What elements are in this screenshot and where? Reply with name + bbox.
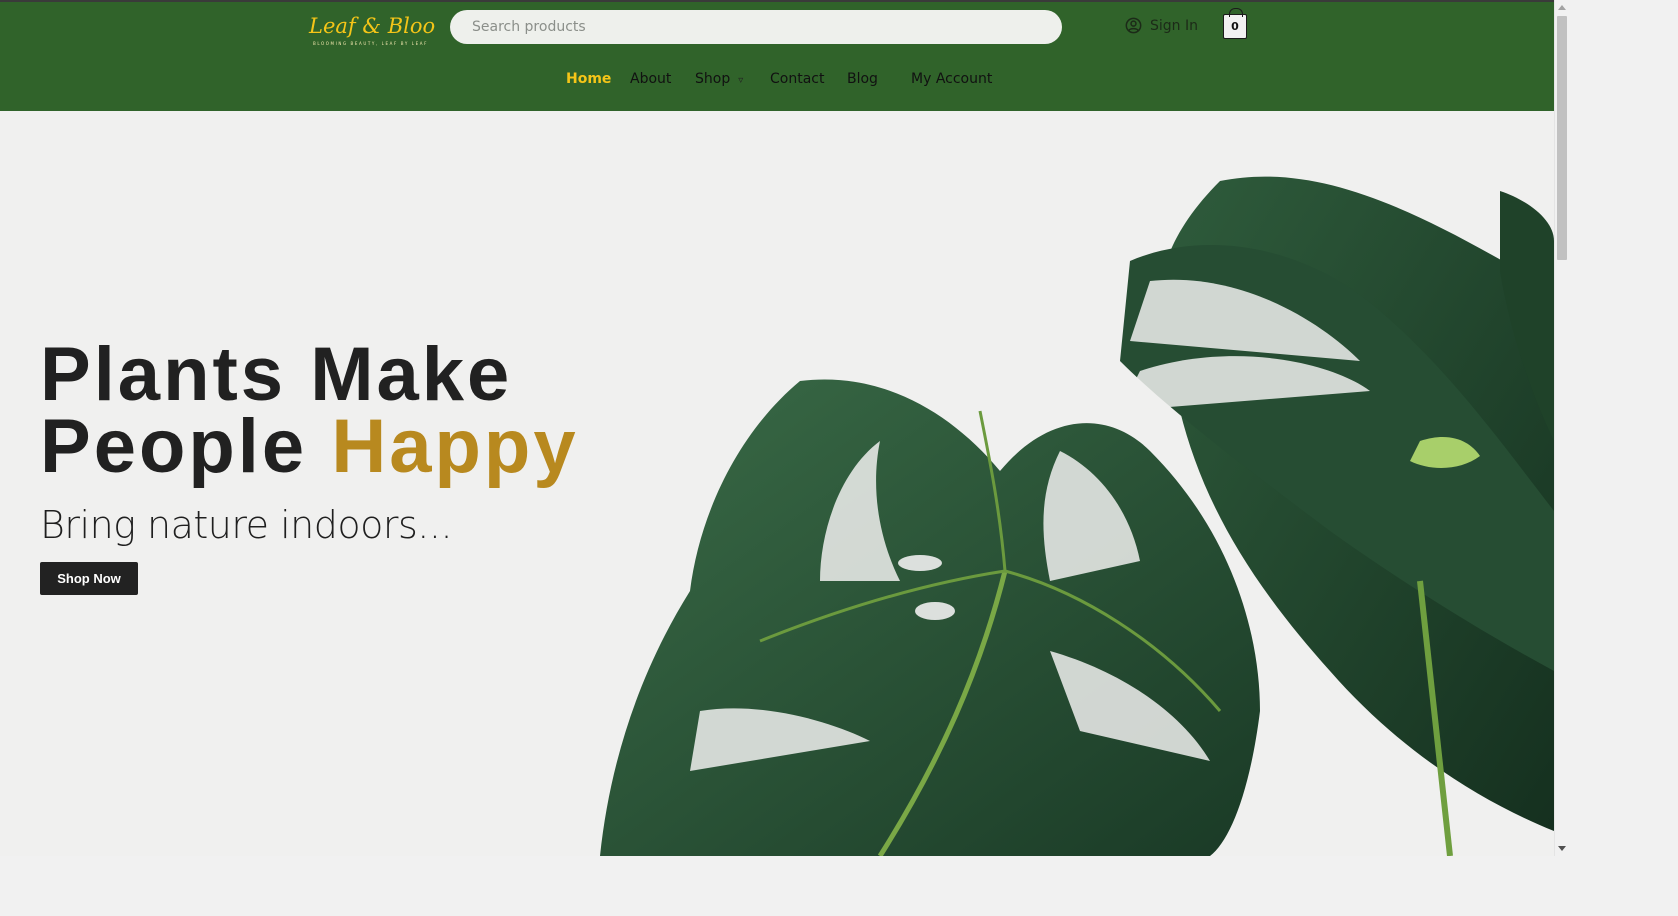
- shop-now-button[interactable]: Shop Now: [40, 562, 138, 595]
- nav-shop-label: Shop: [695, 71, 731, 87]
- nav-shop[interactable]: Shop ▿: [695, 71, 743, 87]
- scroll-up-arrow-icon[interactable]: [1558, 5, 1566, 10]
- sign-in-label: Sign In: [1150, 17, 1198, 34]
- hero-title: Plants Make People Happy: [40, 337, 579, 485]
- hero-title-accent: Happy: [331, 404, 579, 489]
- nav-home[interactable]: Home: [566, 71, 611, 87]
- chevron-down-icon: ▿: [738, 75, 744, 86]
- user-circle-icon: [1125, 17, 1142, 34]
- page-scrollbar[interactable]: [1554, 0, 1568, 856]
- cart-button[interactable]: 0: [1223, 8, 1247, 39]
- shopping-bag-icon: [1229, 8, 1243, 17]
- hero-banner: Plants Make People Happy Bring nature in…: [0, 111, 1554, 856]
- logo-tagline: BLOOMING BEAUTY, LEAF BY LEAF: [313, 41, 428, 46]
- sign-in-link[interactable]: Sign In: [1125, 17, 1198, 34]
- hero-title-line2-a: People: [40, 404, 308, 489]
- main-nav: Home About Shop ▿ Contact Blog My Account: [0, 71, 1554, 93]
- site-logo[interactable]: Leaf & Bloom BLOOMING BEAUTY, LEAF BY LE…: [305, 8, 435, 48]
- logo-text: Leaf & Bloom: [308, 14, 435, 38]
- scroll-down-arrow-icon[interactable]: [1558, 846, 1566, 851]
- search-input[interactable]: [450, 10, 1062, 44]
- hero-subtitle: Bring nature indoors...: [40, 503, 453, 547]
- cart-count: 0: [1231, 20, 1239, 33]
- site-header: Leaf & Bloom BLOOMING BEAUTY, LEAF BY LE…: [0, 2, 1554, 111]
- nav-blog[interactable]: Blog: [847, 71, 878, 87]
- scrollbar-thumb[interactable]: [1557, 16, 1567, 260]
- nav-contact[interactable]: Contact: [770, 71, 824, 87]
- nav-about[interactable]: About: [630, 71, 671, 87]
- nav-my-account[interactable]: My Account: [911, 71, 992, 87]
